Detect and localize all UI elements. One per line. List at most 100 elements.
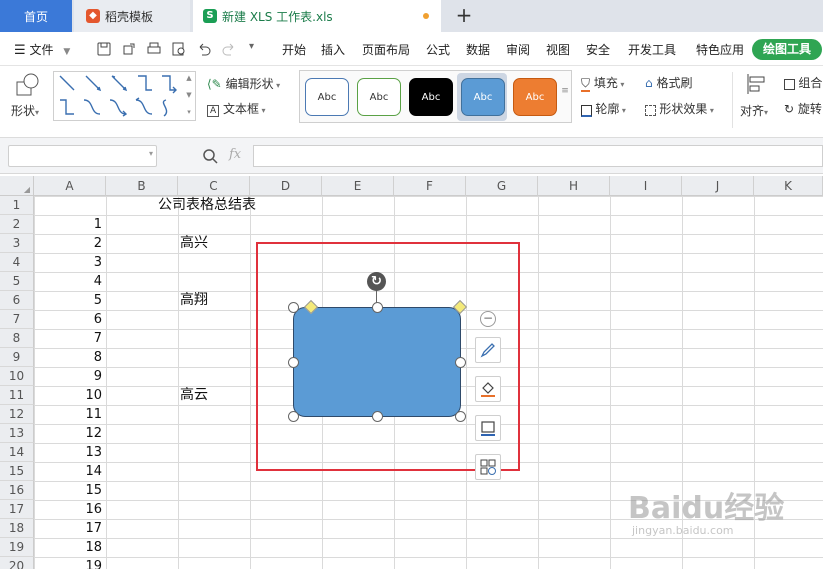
- cell-a2[interactable]: 1: [36, 215, 102, 234]
- style-green-outline[interactable]: Abc: [357, 78, 401, 116]
- save-icon[interactable]: [96, 41, 112, 57]
- gallery-down-icon[interactable]: ▼: [184, 91, 194, 99]
- cell-a18[interactable]: 17: [36, 519, 102, 538]
- cell-a5[interactable]: 4: [36, 272, 102, 291]
- rounded-rectangle-shape[interactable]: [293, 307, 461, 417]
- column-header-f[interactable]: F: [394, 176, 466, 196]
- cell-a8[interactable]: 7: [36, 329, 102, 348]
- style-black-fill[interactable]: Abc: [409, 78, 453, 116]
- column-header-h[interactable]: H: [538, 176, 610, 196]
- cell-a19[interactable]: 18: [36, 538, 102, 557]
- menu-special-apps[interactable]: 特色应用: [696, 41, 744, 58]
- floating-layout-button[interactable]: [475, 454, 501, 480]
- row-header-5[interactable]: 5: [0, 272, 34, 291]
- fx-icon[interactable]: fx: [229, 147, 241, 162]
- resize-handle-top[interactable]: [372, 302, 383, 313]
- styles-more-icon[interactable]: ≡: [560, 87, 570, 96]
- resize-handle-top-left[interactable]: [288, 302, 299, 313]
- column-header-j[interactable]: J: [682, 176, 754, 196]
- cell-a9[interactable]: 8: [36, 348, 102, 367]
- cell-a16[interactable]: 15: [36, 481, 102, 500]
- group-button[interactable]: 组合: [784, 74, 822, 91]
- cell-a12[interactable]: 11: [36, 405, 102, 424]
- cell-a15[interactable]: 14: [36, 462, 102, 481]
- cell-a6[interactable]: 5: [36, 291, 102, 310]
- align-icon[interactable]: [744, 72, 768, 96]
- menu-view[interactable]: 视图: [546, 41, 570, 58]
- cell-a13[interactable]: 12: [36, 424, 102, 443]
- cell-a3[interactable]: 2: [36, 234, 102, 253]
- menu-security[interactable]: 安全: [586, 41, 610, 58]
- textbox-button[interactable]: A 文本框 ▾: [207, 100, 266, 117]
- tab-template[interactable]: ◆ 稻壳模板: [74, 0, 190, 32]
- menu-start[interactable]: 开始: [282, 41, 306, 58]
- cell-a4[interactable]: 3: [36, 253, 102, 272]
- style-orange-fill[interactable]: Abc: [513, 78, 557, 116]
- row-header-8[interactable]: 8: [0, 329, 34, 348]
- column-header-c[interactable]: C: [178, 176, 250, 196]
- menu-review[interactable]: 审阅: [506, 41, 530, 58]
- row-header-7[interactable]: 7: [0, 310, 34, 329]
- print-preview-icon[interactable]: [171, 41, 187, 57]
- row-header-14[interactable]: 14: [0, 443, 34, 462]
- formula-input[interactable]: [253, 145, 823, 167]
- tab-file[interactable]: S 新建 XLS 工作表.xls: [193, 0, 441, 32]
- outline-button[interactable]: 轮廓 ▾: [581, 100, 626, 117]
- shapes-icon[interactable]: [14, 72, 42, 98]
- cell-c3[interactable]: 高兴: [180, 234, 208, 253]
- cell-title[interactable]: 公司表格总结表: [158, 196, 256, 215]
- export-icon[interactable]: [121, 41, 137, 57]
- row-header-11[interactable]: 11: [0, 386, 34, 405]
- row-header-20[interactable]: 20: [0, 557, 34, 569]
- column-header-k[interactable]: K: [754, 176, 823, 196]
- row-header-15[interactable]: 15: [0, 462, 34, 481]
- row-header-9[interactable]: 9: [0, 348, 34, 367]
- row-header-2[interactable]: 2: [0, 215, 34, 234]
- style-blue-outline[interactable]: Abc: [305, 78, 349, 116]
- gallery-more-icon[interactable]: ▾: [184, 108, 194, 116]
- column-header-d[interactable]: D: [250, 176, 322, 196]
- menu-developer[interactable]: 开发工具: [628, 41, 676, 58]
- row-header-12[interactable]: 12: [0, 405, 34, 424]
- undo-icon[interactable]: [196, 41, 212, 57]
- resize-handle-right[interactable]: [455, 357, 466, 368]
- row-header-17[interactable]: 17: [0, 500, 34, 519]
- floating-outline-button[interactable]: [475, 415, 501, 441]
- row-header-18[interactable]: 18: [0, 519, 34, 538]
- redo-icon[interactable]: [221, 41, 237, 57]
- row-header-4[interactable]: 4: [0, 253, 34, 272]
- cell-a10[interactable]: 9: [36, 367, 102, 386]
- menu-data[interactable]: 数据: [466, 41, 490, 58]
- resize-handle-bottom[interactable]: [372, 411, 383, 422]
- cell-c6[interactable]: 高翔: [180, 291, 208, 310]
- shape-effect-button[interactable]: 形状效果 ▾: [645, 100, 714, 117]
- resize-handle-left[interactable]: [288, 357, 299, 368]
- cell-a17[interactable]: 16: [36, 500, 102, 519]
- row-header-10[interactable]: 10: [0, 367, 34, 386]
- column-header-i[interactable]: I: [610, 176, 682, 196]
- floating-fill-button[interactable]: [475, 376, 501, 402]
- menu-page-layout[interactable]: 页面布局: [362, 41, 410, 58]
- file-menu[interactable]: ☰ 文件 ▼: [14, 41, 70, 58]
- new-tab-button[interactable]: +: [452, 4, 476, 28]
- tab-drawing-tools[interactable]: 绘图工具: [752, 39, 822, 60]
- align-button[interactable]: 对齐▾: [740, 102, 768, 119]
- row-header-13[interactable]: 13: [0, 424, 34, 443]
- row-header-1[interactable]: 1: [0, 196, 34, 215]
- column-header-g[interactable]: G: [466, 176, 538, 196]
- floating-style-button[interactable]: [475, 337, 501, 363]
- fill-button[interactable]: ⛉ 填充 ▾: [581, 74, 624, 92]
- edit-shape-button[interactable]: ⟨✎ 编辑形状 ▾: [207, 75, 280, 92]
- column-header-e[interactable]: E: [322, 176, 394, 196]
- cell-c11[interactable]: 高云: [180, 386, 208, 405]
- column-header-a[interactable]: A: [34, 176, 106, 196]
- row-header-3[interactable]: 3: [0, 234, 34, 253]
- style-blue-fill[interactable]: Abc: [461, 78, 505, 116]
- shape-button[interactable]: 形状▾: [11, 102, 39, 119]
- print-icon[interactable]: [146, 41, 162, 57]
- rotate-button[interactable]: ↻ 旋转: [784, 100, 822, 117]
- gallery-up-icon[interactable]: ▲: [184, 74, 194, 82]
- quick-access-more-icon[interactable]: ▾: [249, 41, 254, 52]
- row-header-19[interactable]: 19: [0, 538, 34, 557]
- name-box[interactable]: ▾: [8, 145, 157, 167]
